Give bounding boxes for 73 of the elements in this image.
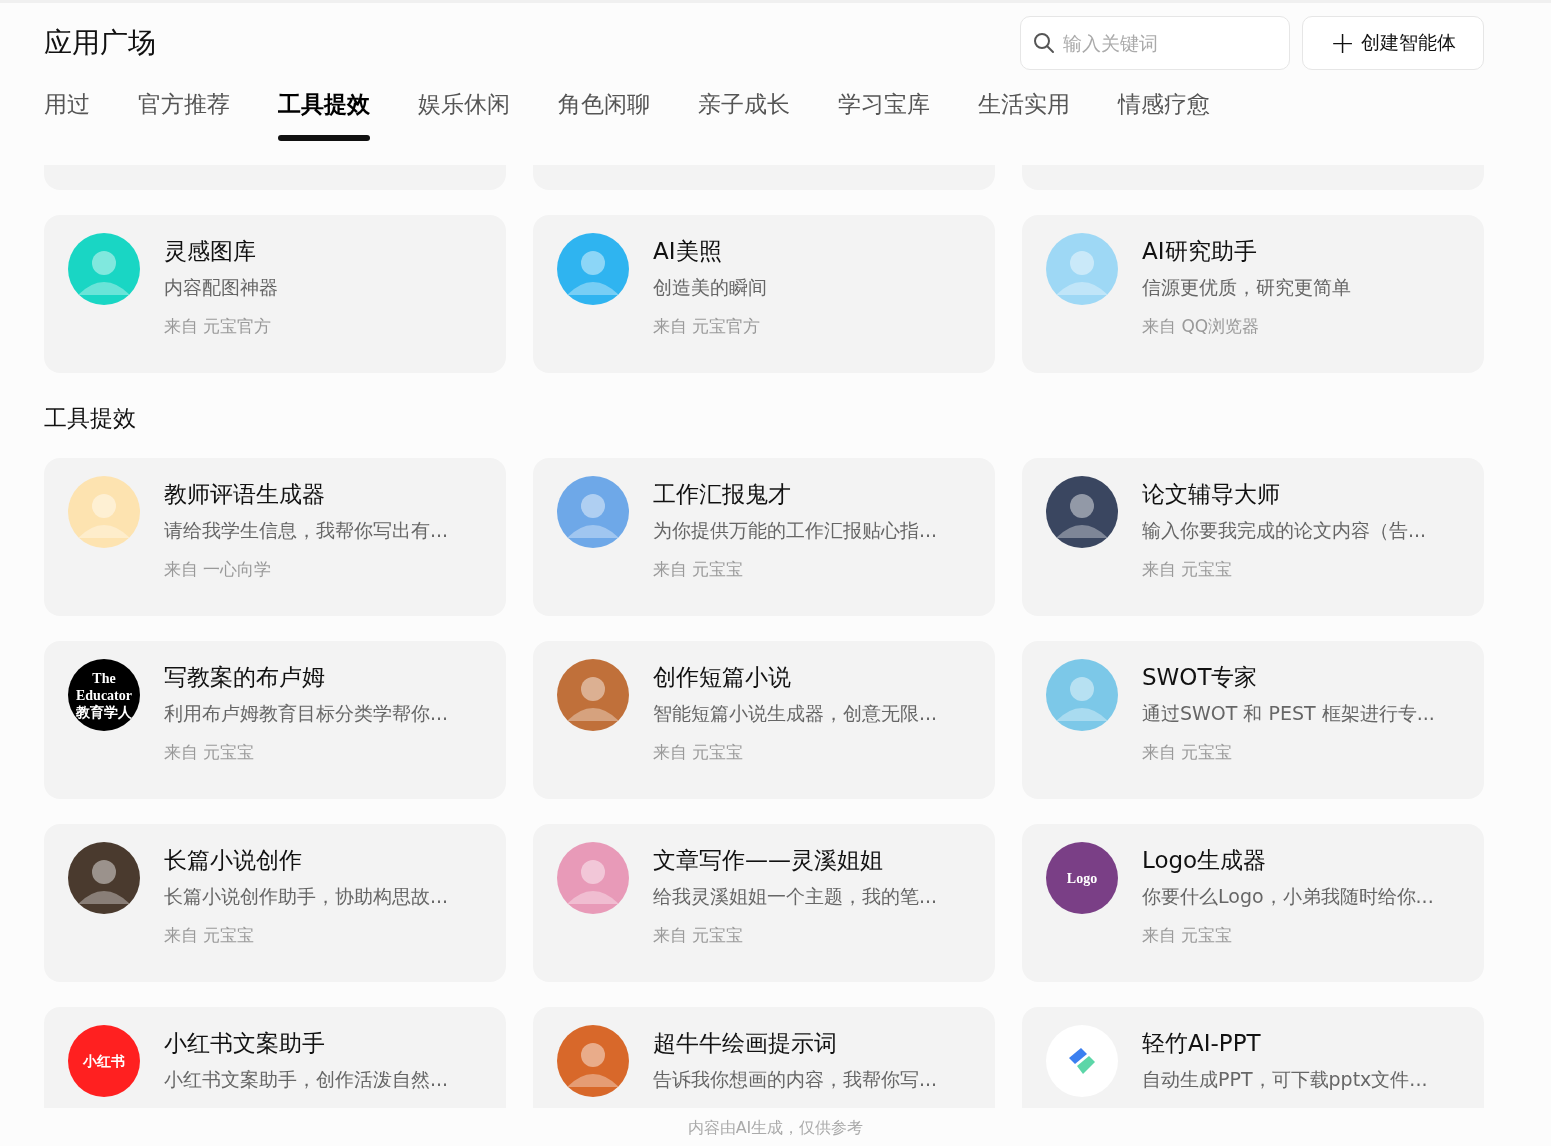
app-card[interactable]: The Educator 教育学人 写教案的布卢姆 利用布卢姆教育目标分类学帮你... 来自 元宝宝 — [44, 641, 506, 799]
app-card[interactable]: 论文辅导大师 输入你要我完成的论文内容（告... 来自 元宝宝 — [1022, 458, 1484, 616]
category-tab[interactable]: 亲子成长 — [698, 81, 790, 141]
category-tab[interactable]: 角色闲聊 — [558, 81, 650, 141]
app-card[interactable]: 灵感图库 内容配图神器 来自 元宝官方 — [44, 215, 506, 373]
card-source: 来自 元宝宝 — [653, 741, 745, 764]
app-card[interactable]: 文章写作——灵溪姐姐 给我灵溪姐姐一个主题，我的笔... 来自 元宝宝 — [533, 824, 995, 982]
card-source: 来自 元宝宝 — [164, 741, 256, 764]
card-title: 长篇小说创作 — [164, 846, 303, 875]
category-tab[interactable]: 生活实用 — [978, 81, 1070, 141]
card-source: 来自 一心向学 — [164, 558, 273, 581]
card-description: 请给我学生信息，我帮你写出有... — [164, 518, 449, 543]
category-tab[interactable]: 官方推荐 — [138, 81, 230, 141]
app-card[interactable]: 轻竹AI-PPT 自动生成PPT，可下载pptx文件... — [1022, 1007, 1484, 1108]
app-card[interactable]: 超牛牛绘画提示词 告诉我你想画的内容，我帮你写... — [533, 1007, 995, 1108]
app-card[interactable]: Logo Logo生成器 你要什么Logo，小弟我随时给你... 来自 元宝宝 — [1022, 824, 1484, 982]
card-title: 文章写作——灵溪姐姐 — [653, 846, 884, 875]
card-description: 为你提供万能的工作汇报贴心指... — [653, 518, 938, 543]
card-description: 输入你要我完成的论文内容（告... — [1142, 518, 1427, 543]
card-source: 来自 元宝宝 — [164, 924, 256, 947]
app-card[interactable]: AI研究助手 信源更优质，研究更简单 来自 QQ浏览器 — [1022, 215, 1484, 373]
card-source: 来自 元宝官方 — [653, 315, 762, 338]
card-title: 轻竹AI-PPT — [1142, 1029, 1262, 1058]
card-title: 教师评语生成器 — [164, 480, 326, 509]
logo-avatar: 小红书 — [68, 1025, 140, 1097]
app-card[interactable]: 小红书 小红书文案助手 小红书文案助手，创作活泼自然... — [44, 1007, 506, 1108]
card-title: 论文辅导大师 — [1142, 480, 1281, 509]
card-description: 利用布卢姆教育目标分类学帮你... — [164, 701, 449, 726]
search-field[interactable]: 输入关键词 — [1020, 16, 1290, 70]
card-source: 来自 元宝宝 — [653, 558, 745, 581]
logo-avatar: The Educator 教育学人 — [68, 659, 140, 731]
card-description: 自动生成PPT，可下载pptx文件... — [1142, 1067, 1428, 1092]
card-title: AI研究助手 — [1142, 237, 1258, 266]
card-title: SWOT专家 — [1142, 663, 1259, 692]
card-source: 来自 元宝宝 — [1142, 924, 1234, 947]
app-card[interactable]: AI美照 创造美的瞬间 来自 元宝官方 — [533, 215, 995, 373]
card-description: 内容配图神器 — [164, 275, 278, 300]
card-description: 小红书文案助手，创作活泼自然... — [164, 1067, 449, 1092]
card-title: 超牛牛绘画提示词 — [653, 1029, 838, 1058]
app-card[interactable]: 工作汇报鬼才 为你提供万能的工作汇报贴心指... 来自 元宝宝 — [533, 458, 995, 616]
card-title: 小红书文案助手 — [164, 1029, 326, 1058]
card-description: 告诉我你想画的内容，我帮你写... — [653, 1067, 938, 1092]
app-card[interactable]: 长篇小说创作 长篇小说创作助手，协助构思故... 来自 元宝宝 — [44, 824, 506, 982]
card-source: 来自 元宝官方 — [164, 315, 273, 338]
category-tab[interactable]: 用过 — [44, 81, 90, 141]
card-description: 智能短篇小说生成器，创意无限... — [653, 701, 938, 726]
section-title: 工具提效 — [44, 404, 137, 433]
card-source: 来自 元宝宝 — [1142, 741, 1234, 764]
card-title: 写教案的布卢姆 — [164, 663, 326, 692]
card-title: 工作汇报鬼才 — [653, 480, 792, 509]
footer-note: 内容由AI生成，仅供参考 — [686, 1118, 865, 1139]
card-description: 你要什么Logo，小弟我随时给你... — [1142, 884, 1434, 909]
category-tab[interactable]: 学习宝库 — [838, 81, 930, 141]
app-card[interactable]: 创作短篇小说 智能短篇小说生成器，创意无限... 来自 元宝宝 — [533, 641, 995, 799]
card-description: 信源更优质，研究更简单 — [1142, 275, 1351, 300]
card-source: 来自 QQ浏览器 — [1142, 315, 1261, 338]
card-title: 创作短篇小说 — [653, 663, 792, 692]
card-description: 长篇小说创作助手，协助构思故... — [164, 884, 449, 909]
page-title: 应用广场 — [44, 25, 157, 61]
card-description: 创造美的瞬间 — [653, 275, 767, 300]
card-title: AI美照 — [653, 237, 723, 266]
card-description: 通过SWOT 和 PEST 框架进行专... — [1142, 701, 1435, 726]
category-tab[interactable]: 娱乐休闲 — [418, 81, 510, 141]
card-source: 来自 元宝宝 — [1142, 558, 1234, 581]
logo-avatar: Logo — [1046, 842, 1118, 914]
app-card[interactable]: SWOT专家 通过SWOT 和 PEST 框架进行专... 来自 元宝宝 — [1022, 641, 1484, 799]
card-title: 灵感图库 — [164, 237, 257, 266]
category-tab[interactable]: 情感疗愈 — [1118, 81, 1210, 141]
category-tab[interactable]: 工具提效 — [278, 81, 370, 141]
card-title: Logo生成器 — [1142, 846, 1268, 875]
card-source: 来自 元宝宝 — [653, 924, 745, 947]
card-description: 给我灵溪姐姐一个主题，我的笔... — [653, 884, 938, 909]
app-card[interactable]: 教师评语生成器 请给我学生信息，我帮你写出有... 来自 一心向学 — [44, 458, 506, 616]
